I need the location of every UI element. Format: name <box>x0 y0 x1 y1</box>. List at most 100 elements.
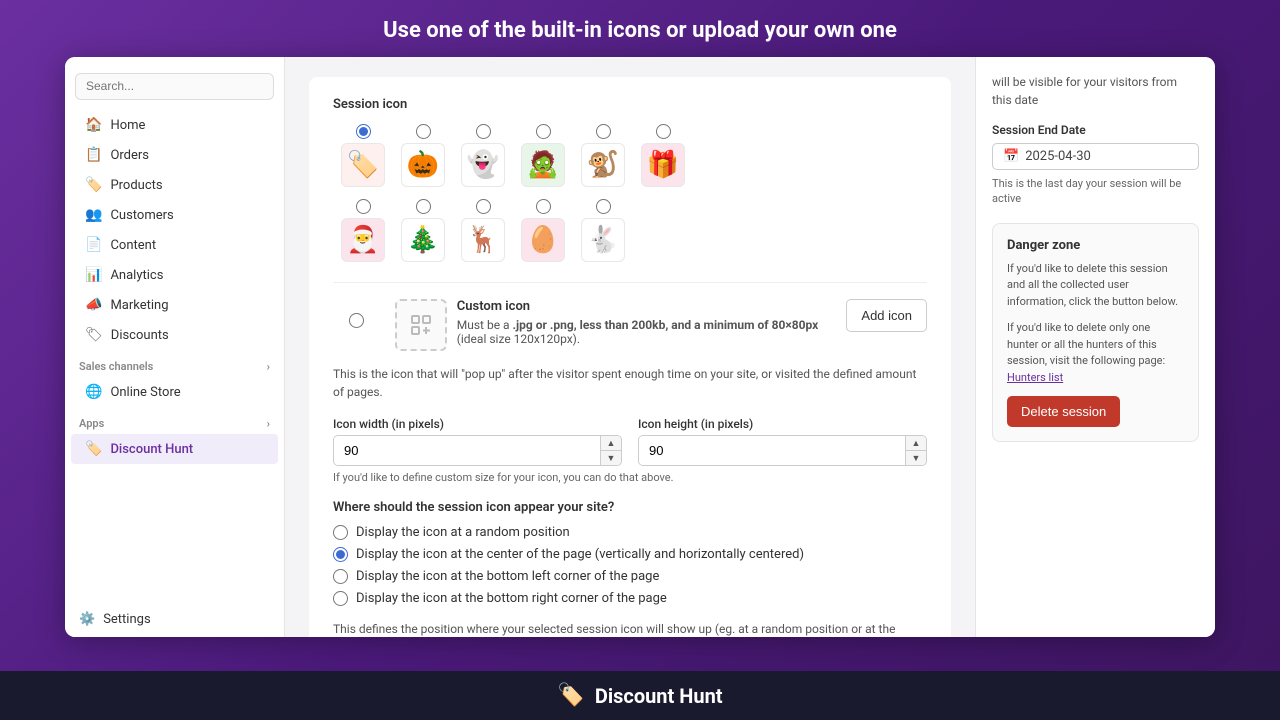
icon-row-2 <box>333 199 927 214</box>
top-title: Use one of the built-in icons or upload … <box>0 0 1280 57</box>
icon-width-down[interactable]: ▼ <box>601 451 621 465</box>
icon-radio-10[interactable] <box>596 199 611 214</box>
position-option-3: Display the icon at the bottom right cor… <box>333 591 927 606</box>
session-end-date-input[interactable]: 📅 2025-04-30 <box>992 143 1199 170</box>
icon-img-7[interactable]: 🎄 <box>401 218 445 262</box>
sales-channels-section: Sales channels › <box>65 350 284 377</box>
icon-radio-2[interactable] <box>476 124 491 139</box>
sidebar-item-home[interactable]: 🏠 Home <box>71 110 278 140</box>
icon-row-1 <box>333 124 927 139</box>
icon-img-10[interactable]: 🐇 <box>581 218 625 262</box>
icon-info-text: This is the icon that will "pop up" afte… <box>333 365 927 401</box>
icon-radio-0[interactable] <box>356 124 371 139</box>
icon-img-5[interactable]: 🎁 <box>641 143 685 187</box>
sidebar-item-marketing[interactable]: 📣 Marketing <box>71 290 278 320</box>
icon-img-2[interactable]: 👻 <box>461 143 505 187</box>
position-label-3: Display the icon at the bottom right cor… <box>356 591 667 606</box>
custom-icon-desc: Must be a .jpg or .png, less than 200kb,… <box>457 318 833 346</box>
position-option-0: Display the icon at a random position <box>333 525 927 540</box>
sidebar-item-orders[interactable]: 📋 Orders <box>71 140 278 170</box>
hunters-list-link[interactable]: Hunters list <box>1007 371 1063 384</box>
icon-img-9[interactable]: 🥚 <box>521 218 565 262</box>
position-section: Where should the session icon appear you… <box>333 500 927 637</box>
icons-grid: 🏷️ 🎃 👻 🧟 🐒 🎁 🎅 🎄 <box>333 124 927 266</box>
position-label-2: Display the icon at the bottom left corn… <box>356 569 659 584</box>
custom-icon-title: Custom icon <box>457 299 833 314</box>
position-label-0: Display the icon at a random position <box>356 525 570 540</box>
apps-section: Apps › <box>65 407 284 434</box>
icon-radio-7[interactable] <box>416 199 431 214</box>
discounts-icon: 🏷 <box>85 327 103 343</box>
session-icon-label: Session icon <box>333 97 927 112</box>
right-panel: will be visible for your visitors from t… <box>975 57 1215 637</box>
position-radio-2[interactable] <box>333 569 348 584</box>
sidebar-item-discounts[interactable]: 🏷 Discounts <box>71 320 278 350</box>
search-input[interactable] <box>86 79 263 93</box>
position-radio-0[interactable] <box>333 525 348 540</box>
custom-icon-radio[interactable] <box>349 313 364 328</box>
position-option-1: Display the icon at the center of the pa… <box>333 547 927 562</box>
add-icon-button[interactable]: Add icon <box>846 299 927 332</box>
danger-zone-text1: If you'd like to delete this session and… <box>1007 261 1184 311</box>
icon-img-3[interactable]: 🧟 <box>521 143 565 187</box>
icon-radio-1[interactable] <box>416 124 431 139</box>
icon-radio-8[interactable] <box>476 199 491 214</box>
custom-size-note: If you'd like to define custom size for … <box>333 471 927 484</box>
expand-apps-icon: › <box>267 417 270 430</box>
sidebar-item-customers[interactable]: 👥 Customers <box>71 200 278 230</box>
sidebar-item-analytics[interactable]: 📊 Analytics <box>71 260 278 290</box>
expand-sales-icon: › <box>267 360 270 373</box>
online-store-icon: 🌐 <box>85 384 102 400</box>
home-icon: 🏠 <box>85 117 102 133</box>
icon-radio-4[interactable] <box>596 124 611 139</box>
icon-width-up[interactable]: ▲ <box>601 436 621 451</box>
products-icon: 🏷️ <box>85 177 102 193</box>
icon-height-input[interactable] <box>639 436 905 465</box>
icon-height-down[interactable]: ▼ <box>906 451 926 465</box>
content-icon: 📄 <box>85 237 102 253</box>
date-value: 2025-04-30 <box>1025 149 1091 164</box>
icon-img-1[interactable]: 🎃 <box>401 143 445 187</box>
main-content: Session icon 🏷️ 🎃 👻 🧟 🐒 🎁 <box>285 57 975 637</box>
icon-height-up[interactable]: ▲ <box>906 436 926 451</box>
position-label-1: Display the icon at the center of the pa… <box>356 547 804 562</box>
icon-height-label: Icon height (in pixels) <box>638 417 927 431</box>
bottom-bar-label: Discount Hunt <box>595 684 723 708</box>
analytics-icon: 📊 <box>85 267 102 283</box>
icon-img-4[interactable]: 🐒 <box>581 143 625 187</box>
sidebar-item-content[interactable]: 📄 Content <box>71 230 278 260</box>
sidebar-item-online-store[interactable]: 🌐 Online Store <box>71 377 278 407</box>
position-radio-1[interactable] <box>333 547 348 562</box>
icon-row-2-imgs: 🎅 🎄 🦌 🥚 🐇 <box>333 218 927 262</box>
position-note: This defines the position where your sel… <box>333 620 927 637</box>
bottom-bar: 🏷️ Discount Hunt <box>0 671 1280 720</box>
custom-icon-section: Custom icon Must be a .jpg or .png, less… <box>333 282 927 351</box>
icon-radio-9[interactable] <box>536 199 551 214</box>
sidebar-item-discount-hunt[interactable]: 🏷️ Discount Hunt <box>71 434 278 464</box>
position-radio-3[interactable] <box>333 591 348 606</box>
icon-img-6[interactable]: 🎅 <box>341 218 385 262</box>
orders-icon: 📋 <box>85 147 102 163</box>
sidebar-item-products[interactable]: 🏷️ Products <box>71 170 278 200</box>
icon-img-0[interactable]: 🏷️ <box>341 143 385 187</box>
size-inputs-row: Icon width (in pixels) ▲ ▼ Icon height (… <box>333 417 927 466</box>
session-end-date-label: Session End Date <box>992 123 1199 137</box>
icon-radio-6[interactable] <box>356 199 371 214</box>
settings-icon: ⚙️ <box>79 612 95 627</box>
delete-session-button[interactable]: Delete session <box>1007 396 1120 427</box>
session-end-date-note: This is the last day your session will b… <box>992 176 1199 207</box>
position-option-2: Display the icon at the bottom left corn… <box>333 569 927 584</box>
icon-radio-5[interactable] <box>656 124 671 139</box>
marketing-icon: 📣 <box>85 297 102 313</box>
custom-icon-placeholder <box>395 299 447 351</box>
position-title: Where should the session icon appear you… <box>333 500 927 515</box>
icon-radio-3[interactable] <box>536 124 551 139</box>
custom-icon-info: Custom icon Must be a .jpg or .png, less… <box>457 299 833 346</box>
danger-zone-title: Danger zone <box>1007 238 1184 253</box>
icon-row-1-imgs: 🏷️ 🎃 👻 🧟 🐒 🎁 <box>333 143 927 187</box>
settings-item[interactable]: ⚙️ Settings <box>65 602 284 637</box>
icon-width-input[interactable] <box>334 436 600 465</box>
icon-img-8[interactable]: 🦌 <box>461 218 505 262</box>
discount-hunt-icon: 🏷️ <box>85 441 102 457</box>
calendar-icon: 📅 <box>1003 149 1019 164</box>
